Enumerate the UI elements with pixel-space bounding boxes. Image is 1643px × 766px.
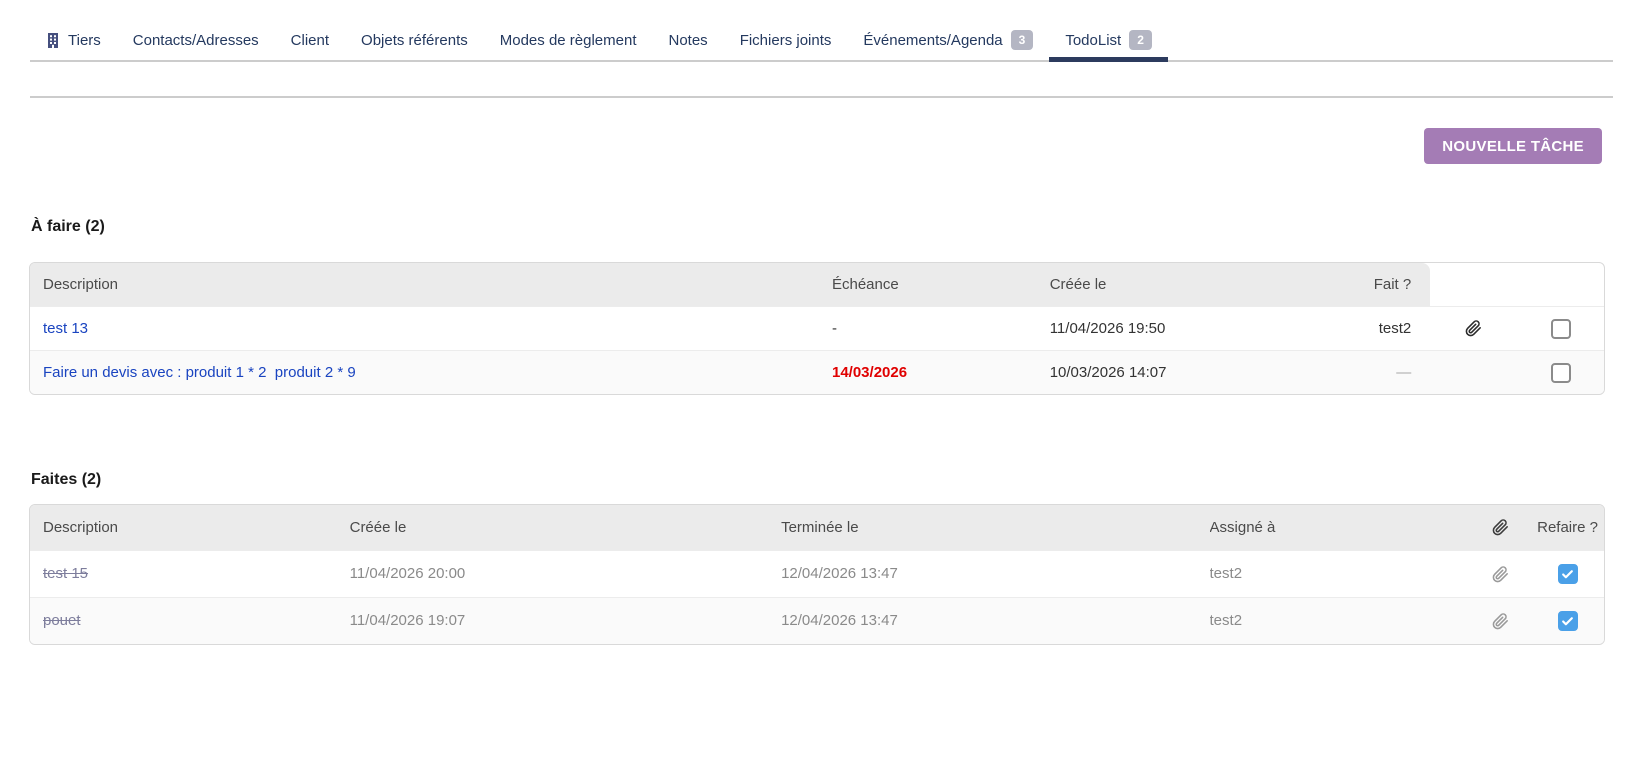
tab-modes-reglement[interactable]: Modes de règlement [484, 20, 653, 60]
paperclip-icon[interactable] [1492, 565, 1509, 583]
tab-fichiers-joints[interactable]: Fichiers joints [724, 20, 848, 60]
done-header-row: Description Créée le Terminée le Assigné… [30, 505, 1604, 550]
task-done-checkbox[interactable] [1550, 318, 1571, 339]
done-task-assignee: test2 [1209, 565, 1243, 582]
col-header-creee-le: Créée le [1049, 263, 1350, 306]
done-task-assignee: test2 [1209, 612, 1243, 629]
building-icon [46, 32, 60, 48]
new-task-button[interactable]: NOUVELLE TÂCHE [1424, 128, 1602, 164]
tab-agenda-label: Événements/Agenda [863, 31, 1003, 49]
col-header-checkbox-empty [1517, 263, 1604, 306]
tab-todolist-label: TodoList [1065, 31, 1122, 49]
col-header-assigne-a: Assigné à [1209, 505, 1470, 550]
done-task-description-link[interactable]: pouet [43, 612, 81, 629]
col-header-description: Description [30, 505, 350, 550]
done-row: pouet 11/04/2026 19:07 12/04/2026 13:47 … [30, 597, 1604, 644]
redo-checkbox[interactable] [1557, 564, 1578, 584]
done-task-finished-date: 12/04/2026 13:47 [781, 565, 898, 582]
done-task-created-date: 11/04/2026 19:07 [349, 612, 466, 629]
paperclip-icon[interactable] [1492, 612, 1509, 630]
tab-contacts-label: Contacts/Adresses [132, 31, 259, 49]
task-done-by: — [1396, 364, 1412, 381]
col-header-fait: Fait ? [1349, 263, 1431, 306]
tab-objets-label: Objets référents [361, 31, 468, 49]
task-created-date: 10/03/2026 14:07 [1049, 364, 1167, 381]
col-header-creee-le: Créée le [349, 505, 782, 550]
todo-section-title: À faire (2) [31, 218, 105, 235]
todo-table: Description Échéance Créée le Fait ? tes… [29, 262, 1605, 395]
col-header-refaire: Refaire ? [1531, 505, 1604, 550]
tab-client[interactable]: Client [275, 20, 345, 60]
tab-objets-referents[interactable]: Objets référents [345, 20, 484, 60]
todo-row: test 13 - 11/04/2026 19:50 test2 [30, 306, 1604, 350]
tab-evenements-agenda[interactable]: Événements/Agenda 3 [847, 20, 1049, 60]
tab-modes-label: Modes de règlement [499, 31, 637, 49]
col-header-echeance: Échéance [831, 263, 1050, 306]
done-task-description-link[interactable]: test 15 [43, 565, 88, 582]
tab-notes[interactable]: Notes [653, 20, 724, 60]
todo-row: Faire un devis avec : produit 1 * 2 prod… [30, 350, 1604, 394]
task-done-checkbox[interactable] [1550, 362, 1571, 383]
redo-checkbox[interactable] [1557, 611, 1578, 631]
action-bar: NOUVELLE TÂCHE [0, 128, 1602, 164]
horizontal-divider [30, 96, 1613, 98]
tab-tiers[interactable]: Tiers [30, 20, 117, 60]
tab-contacts-adresses[interactable]: Contacts/Adresses [117, 20, 275, 60]
task-done-by: test2 [1378, 320, 1412, 337]
tab-client-label: Client [290, 31, 330, 49]
paperclip-header-icon [1492, 519, 1509, 536]
tab-fichiers-label: Fichiers joints [739, 31, 832, 49]
todolist-count-badge: 2 [1129, 30, 1152, 50]
col-header-attachment-empty [1430, 263, 1517, 306]
paperclip-icon[interactable] [1465, 320, 1482, 337]
todo-header-row: Description Échéance Créée le Fait ? [30, 263, 1604, 306]
tab-todolist[interactable]: TodoList 2 [1049, 20, 1168, 62]
tab-bar: Tiers Contacts/Adresses Client Objets ré… [30, 20, 1613, 62]
done-table: Description Créée le Terminée le Assigné… [29, 504, 1605, 645]
done-section-title: Faites (2) [31, 471, 102, 488]
agenda-count-badge: 3 [1010, 30, 1034, 50]
task-created-date: 11/04/2026 19:50 [1049, 320, 1166, 337]
attachment-empty-cell [1430, 351, 1517, 394]
task-due-date: - [831, 320, 837, 337]
col-header-terminee-le: Terminée le [781, 505, 1210, 550]
done-row: test 15 11/04/2026 20:00 12/04/2026 13:4… [30, 550, 1604, 597]
task-description-link[interactable]: test 13 [43, 320, 88, 337]
task-description-link[interactable]: Faire un devis avec : produit 1 * 2 prod… [43, 364, 356, 381]
done-task-created-date: 11/04/2026 20:00 [349, 565, 466, 582]
done-task-finished-date: 12/04/2026 13:47 [781, 612, 898, 629]
tab-tiers-label: Tiers [68, 31, 101, 49]
task-due-date-overdue: 14/03/2026 [831, 364, 908, 381]
col-header-description: Description [30, 263, 832, 306]
tab-notes-label: Notes [668, 31, 708, 49]
